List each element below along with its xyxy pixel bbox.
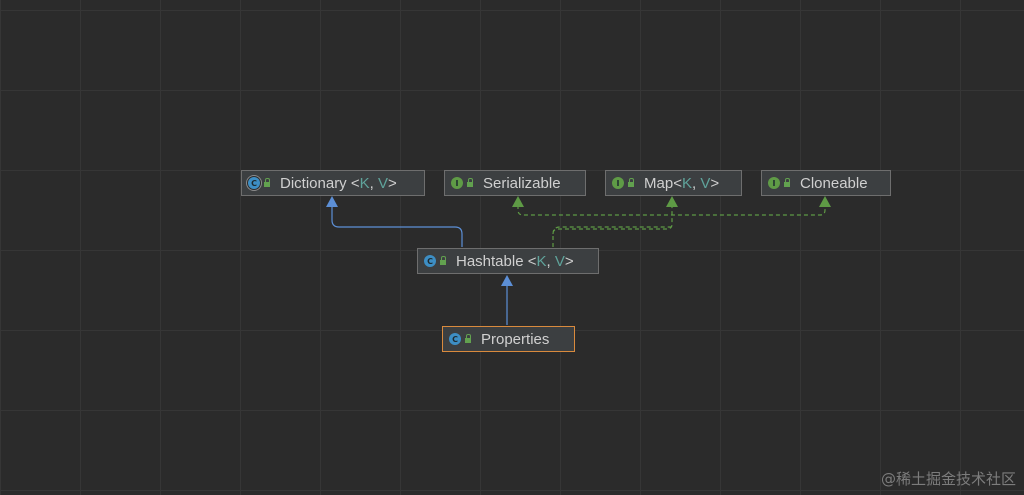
arrowhead-serializable — [512, 196, 524, 207]
diagram-canvas[interactable]: C Dictionary <K, V> I Serializable I Map… — [0, 0, 1024, 495]
node-map[interactable]: I Map<K, V> — [605, 170, 742, 196]
arrowhead-cloneable — [819, 196, 831, 207]
interface-icon: I — [612, 177, 624, 189]
class-icon: C — [424, 255, 436, 267]
node-dictionary[interactable]: C Dictionary <K, V> — [241, 170, 425, 196]
watermark: @稀土掘金技术社区 — [880, 470, 1016, 488]
arrowhead-dictionary — [326, 196, 338, 207]
lock-icon — [467, 178, 473, 187]
arrowhead-hashtable — [501, 275, 513, 286]
node-label: Cloneable — [800, 174, 868, 192]
lock-icon — [440, 256, 446, 265]
node-label: Map<K, V> — [644, 174, 720, 192]
interface-icon: I — [768, 177, 780, 189]
node-serializable[interactable]: I Serializable — [444, 170, 586, 196]
interface-icon: I — [451, 177, 463, 189]
lock-icon — [784, 178, 790, 187]
class-icon: C — [449, 333, 461, 345]
node-cloneable[interactable]: I Cloneable — [761, 170, 891, 196]
node-label: Dictionary <K, V> — [280, 174, 397, 192]
lock-icon — [628, 178, 634, 187]
node-label: Properties — [481, 330, 550, 348]
lock-icon — [465, 334, 471, 343]
node-label: Hashtable <K, V> — [456, 252, 574, 270]
lock-icon — [264, 178, 270, 187]
node-label: Serializable — [483, 174, 561, 192]
abstract-class-icon: C — [248, 177, 260, 189]
arrowhead-map — [666, 196, 678, 207]
node-properties[interactable]: C Properties — [442, 326, 575, 352]
node-hashtable[interactable]: C Hashtable <K, V> — [417, 248, 599, 274]
edge-hashtable-dictionary — [331, 205, 463, 247]
edge-hashtable-interfaces — [517, 205, 826, 247]
